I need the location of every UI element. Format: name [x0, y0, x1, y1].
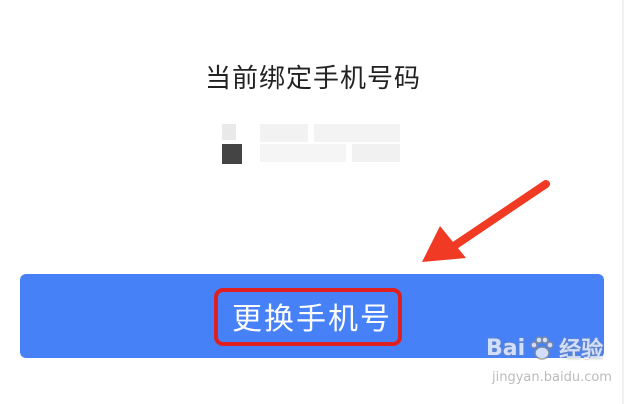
mask-block	[352, 144, 400, 162]
red-arrow-icon	[422, 180, 550, 262]
mask-block	[222, 124, 236, 140]
baidu-paw-icon	[530, 336, 554, 360]
watermark-brand-right: 经验	[559, 338, 604, 363]
mask-block	[260, 124, 308, 142]
masked-phone-number	[218, 122, 402, 168]
mask-block	[260, 144, 346, 162]
baidu-jingyan-watermark: Bai 经验 jingyan.baidu.com	[486, 332, 616, 392]
mask-block	[222, 144, 242, 164]
watermark-brand-left: Bai	[486, 335, 526, 361]
watermark-url: jingyan.baidu.com	[492, 370, 612, 385]
mask-block	[314, 124, 400, 142]
page-title: 当前绑定手机号码	[204, 64, 421, 94]
